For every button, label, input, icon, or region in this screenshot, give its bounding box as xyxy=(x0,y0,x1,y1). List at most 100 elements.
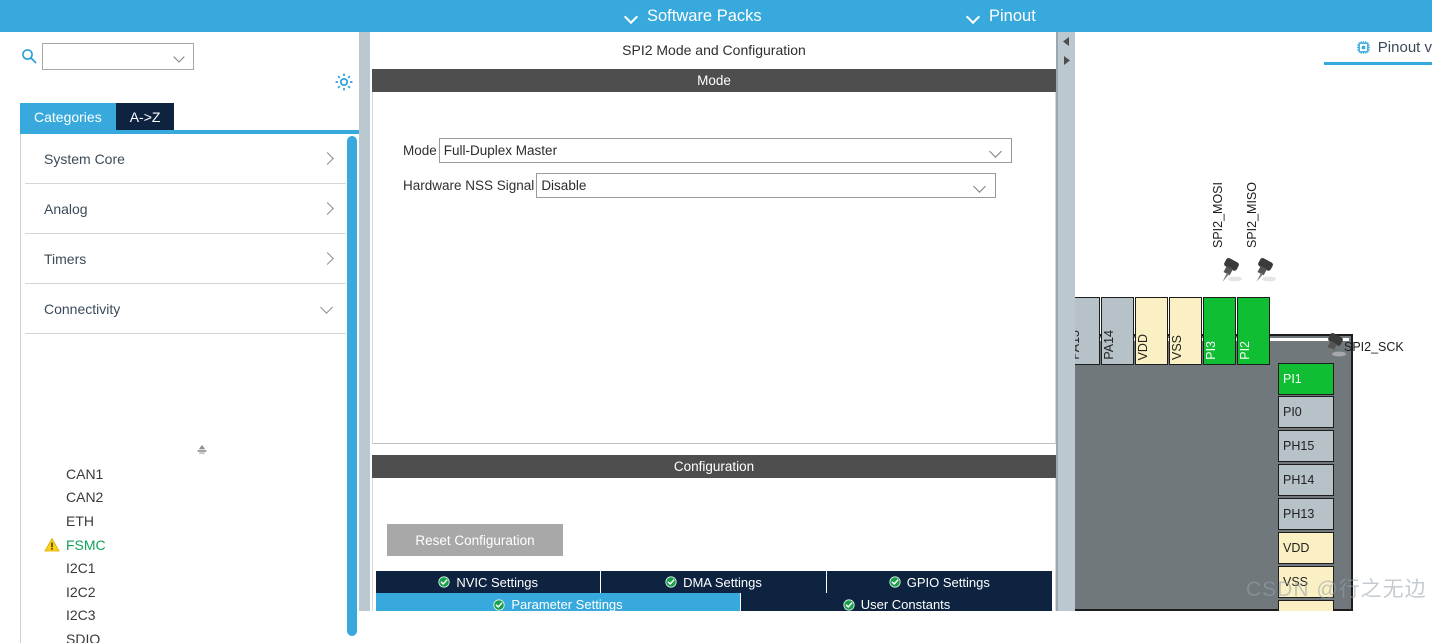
mode-configuration-panel: SPI2 Mode and Configuration Mode Mode Fu… xyxy=(370,32,1058,611)
pinout-tab-underline xyxy=(1324,62,1432,65)
tab-gpio-label: GPIO Settings xyxy=(906,574,990,590)
pin-label: PI0 xyxy=(1283,405,1302,419)
mode-select[interactable]: Full-Duplex Master xyxy=(438,137,1012,163)
check-circle-icon xyxy=(493,598,505,611)
list-item-can2[interactable]: CAN2 xyxy=(22,486,360,510)
peripheral-browser-panel: Categories A->Z System Core Analog Timer… xyxy=(0,32,360,643)
list-item-eth[interactable]: ETH xyxy=(22,509,360,533)
list-item-can1[interactable]: CAN1 xyxy=(22,462,360,486)
pin-label: PA14 xyxy=(1102,330,1116,360)
category-label: Timers xyxy=(44,250,87,267)
pin-vss-right[interactable]: VSS xyxy=(1278,566,1334,598)
peripheral-label: FSMC xyxy=(66,536,106,553)
software-packs-label: Software Packs xyxy=(647,6,762,25)
pin-pi1[interactable]: PI1 xyxy=(1278,363,1334,395)
pin-pi2[interactable]: PI2 xyxy=(1237,297,1270,365)
tab-nvic-settings[interactable]: NVIC Settings xyxy=(376,571,602,593)
category-analog[interactable]: Analog xyxy=(25,184,355,234)
tab-nvic-label: NVIC Settings xyxy=(456,574,538,590)
pin-label: PI2 xyxy=(1238,341,1252,360)
signal-label-spi2-sck: SPI2_SCK xyxy=(1344,340,1404,354)
tab-categories[interactable]: Categories xyxy=(20,103,116,130)
chip-icon xyxy=(1356,40,1371,55)
chevron-down-icon xyxy=(967,10,980,23)
field-mode-label: Mode xyxy=(403,142,437,158)
peripheral-label: SDIO xyxy=(66,630,101,643)
pin-label: PI3 xyxy=(1204,341,1218,360)
pin-ph14[interactable]: PH14 xyxy=(1278,464,1334,496)
scroll-up-spinner[interactable] xyxy=(193,443,211,459)
pinout-horizontal-scrollbar[interactable] xyxy=(1058,32,1075,611)
pin-label: VSS xyxy=(1170,334,1184,360)
pinout-menu-label: Pinout xyxy=(989,6,1036,25)
configuration-section-body: Reset Configuration NVIC Settings DMA Se… xyxy=(372,478,1056,611)
software-packs-menu[interactable]: Software Packs xyxy=(625,0,762,32)
configuration-section-header: Configuration xyxy=(372,455,1056,478)
pin-vss-top[interactable]: VSS xyxy=(1169,297,1202,365)
category-list: System Core Analog Timers Connectivity C… xyxy=(20,134,360,643)
tab-parameter-settings[interactable]: Parameter Settings xyxy=(376,593,742,611)
check-circle-icon xyxy=(889,576,901,588)
pushpin-icon xyxy=(1245,254,1279,288)
pin-label: VDD xyxy=(1283,541,1310,555)
search-input[interactable] xyxy=(42,43,194,70)
top-navigation-bar: Software Packs Pinout xyxy=(0,0,1432,32)
list-item-i2c2[interactable]: I2C2 xyxy=(22,580,360,604)
list-item-sdio[interactable]: SDIO xyxy=(22,627,360,643)
pin-pa15[interactable]: PA15 xyxy=(1075,297,1100,365)
pin-pi3[interactable]: PI3 xyxy=(1203,297,1236,365)
list-item-fsmc[interactable]: FSMC xyxy=(22,533,360,557)
hardware-nss-select-value: Disable xyxy=(541,177,587,193)
category-connectivity[interactable]: Connectivity xyxy=(25,284,355,334)
tab-dma-label: DMA Settings xyxy=(683,574,762,590)
pushpin-icon xyxy=(1211,254,1245,288)
pin-label: PH14 xyxy=(1283,473,1315,487)
tab-a-to-z[interactable]: A->Z xyxy=(115,103,175,130)
pin-pi0[interactable]: PI0 xyxy=(1278,396,1334,428)
list-item-i2c1[interactable]: I2C1 xyxy=(22,556,360,580)
tab-gpio-settings[interactable]: GPIO Settings xyxy=(826,571,1052,593)
pin-ph15[interactable]: PH15 xyxy=(1278,430,1334,462)
chevron-down-icon[interactable] xyxy=(174,53,185,60)
scroll-left-arrow-icon[interactable] xyxy=(1060,35,1073,48)
browser-mode-tabs: Categories A->Z xyxy=(20,103,175,130)
hardware-nss-select[interactable]: Disable xyxy=(536,172,997,198)
pin-label: VSS xyxy=(1283,575,1309,589)
pinout-view-tab[interactable]: Pinout v xyxy=(1344,32,1432,62)
tab-user-constants[interactable]: User Constants xyxy=(741,593,1052,611)
scroll-right-arrow-icon[interactable] xyxy=(1060,54,1073,67)
pin-vdd-right[interactable]: VDD xyxy=(1278,532,1334,564)
pinout-view: Pinout v PA15 PA14 VDD VSS PI3 PI2 SPI2_… xyxy=(1075,32,1432,611)
check-circle-icon xyxy=(843,598,855,611)
check-circle-icon xyxy=(438,576,450,588)
mode-select-value: Full-Duplex Master xyxy=(443,142,558,158)
peripheral-list: CAN1 CAN2 ETH FSMC I2C1 I2C2 I2C3 SDIO xyxy=(22,462,360,643)
field-hardware-nss-signal: Hardware NSS Signal Disable xyxy=(403,172,997,198)
pin-label: VDD xyxy=(1136,333,1150,360)
field-mode: Mode Full-Duplex Master xyxy=(403,137,1012,163)
pinout-menu[interactable]: Pinout xyxy=(967,0,1036,32)
search-icon xyxy=(21,48,37,64)
tab-dma-settings[interactable]: DMA Settings xyxy=(601,571,827,593)
pin-ph13[interactable]: PH13 xyxy=(1278,498,1334,530)
reset-configuration-button[interactable]: Reset Configuration xyxy=(387,524,563,556)
category-system-core[interactable]: System Core xyxy=(25,134,355,184)
peripheral-label: CAN1 xyxy=(66,465,104,482)
peripheral-label: I2C3 xyxy=(66,607,96,624)
pin-label: PH15 xyxy=(1283,439,1315,453)
check-circle-icon xyxy=(665,576,677,588)
pin-pa14[interactable]: PA14 xyxy=(1101,297,1134,365)
left-panel-divider xyxy=(359,32,370,611)
left-list-scrollbar-thumb[interactable] xyxy=(347,136,357,636)
pin-vdd-top[interactable]: VDD xyxy=(1135,297,1168,365)
chevron-right-icon xyxy=(321,203,333,215)
category-timers[interactable]: Timers xyxy=(25,234,355,284)
mode-section-body: Mode Full-Duplex Master Hardware NSS Sig… xyxy=(372,92,1056,444)
configuration-tabs-row-2: Parameter Settings User Constants xyxy=(376,593,1052,611)
list-item-i2c3[interactable]: I2C3 xyxy=(22,604,360,628)
gear-icon[interactable] xyxy=(334,72,354,92)
chevron-down-icon xyxy=(974,182,986,190)
category-label: System Core xyxy=(44,150,125,167)
pin-vcap-right[interactable]: VCAP xyxy=(1278,600,1334,611)
peripheral-label: I2C2 xyxy=(66,583,96,600)
